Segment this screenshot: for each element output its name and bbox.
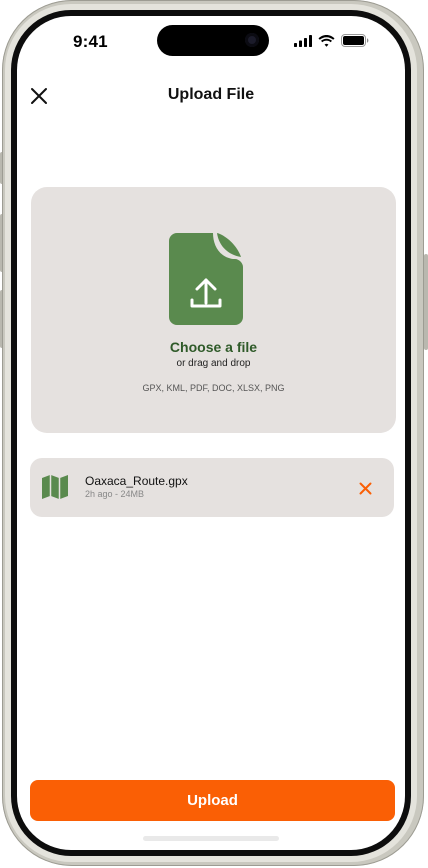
file-meta: 2h ago - 24MB xyxy=(85,489,145,499)
phone-canvas: 9:41 Upload File Choose a file or drag a… xyxy=(0,0,428,868)
dynamic-island xyxy=(157,25,269,56)
drag-drop-label: or drag and drop xyxy=(176,358,251,369)
file-list-item: Oaxaca_Route.gpx 2h ago - 24MB xyxy=(30,458,394,517)
remove-file-button[interactable] xyxy=(356,479,374,497)
map-icon xyxy=(42,475,68,499)
page-title: Upload File xyxy=(167,86,255,103)
file-upload-icon xyxy=(169,233,243,325)
front-camera xyxy=(245,33,259,47)
file-name: Oaxaca_Route.gpx xyxy=(85,474,188,488)
supported-formats-label: GPX, KML, PDF, DOC, XLSX, PNG xyxy=(142,383,285,393)
file-dropzone[interactable]: Choose a file or drag and drop GPX, KML,… xyxy=(31,187,396,433)
wifi-icon xyxy=(318,34,335,47)
cellular-signal-icon xyxy=(294,34,312,47)
battery-icon xyxy=(341,34,369,47)
choose-file-label[interactable]: Choose a file xyxy=(31,339,396,355)
power-button xyxy=(424,254,428,350)
home-indicator xyxy=(143,836,279,841)
status-time: 9:41 xyxy=(73,32,108,51)
screen: 9:41 Upload File Choose a file or drag a… xyxy=(17,16,405,850)
upload-button[interactable]: Upload xyxy=(30,780,395,821)
close-icon xyxy=(359,482,371,494)
status-icons xyxy=(294,34,369,47)
